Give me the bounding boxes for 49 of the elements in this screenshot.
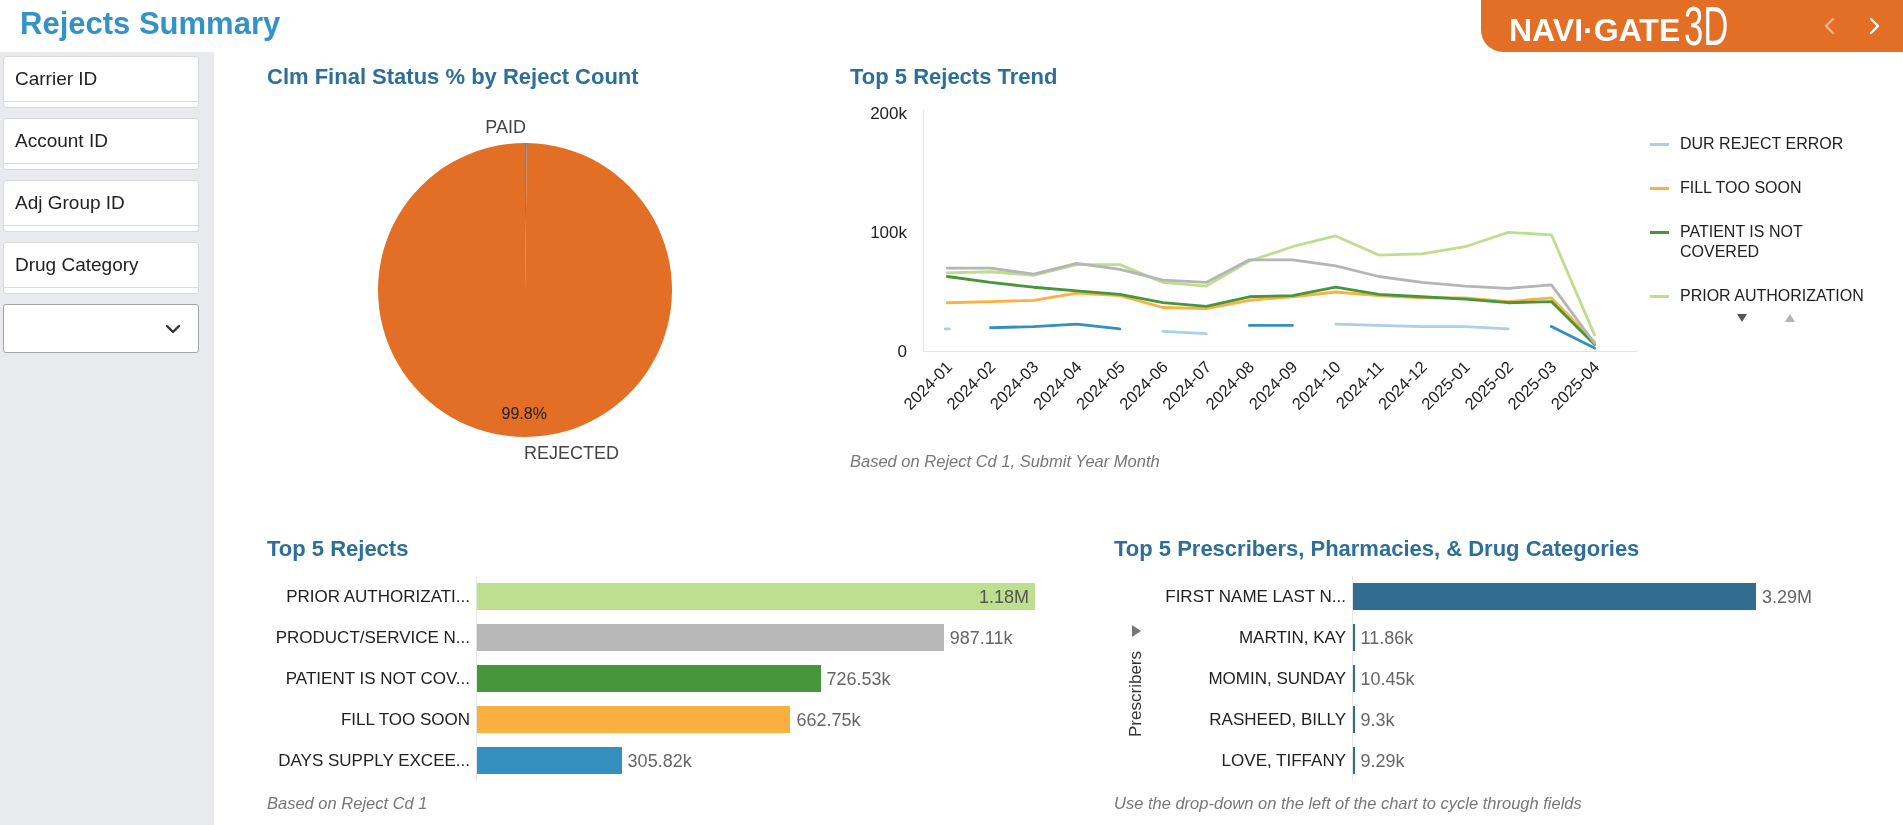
slice-label: PAID [485, 117, 526, 137]
chart-title: Top 5 Prescribers, Pharmacies, & Drug Categories [1114, 535, 1641, 563]
legend-label: PRIOR AUTHORIZATION [1680, 286, 1865, 306]
chart-caption: Based on Reject Cd 1, Submit Year Month [850, 451, 1161, 471]
category-label: RASHEED, BILLY [1209, 709, 1346, 730]
chart-caption: Use the drop-down on the left of the chart to cycle through fields [1114, 793, 1583, 813]
slice-value-label: 99.8% [501, 405, 547, 423]
chevron-down-icon [165, 323, 181, 334]
caret-down-icon[interactable] [1737, 314, 1747, 322]
chart-title: Top 5 Rejects [267, 535, 410, 563]
category-label: PATIENT IS NOT COV... [285, 668, 470, 689]
category-label: FILL TOO SOON [340, 709, 470, 730]
value-label: 3.29M [1762, 585, 1813, 608]
filter-card[interactable]: Carrier ID [3, 56, 199, 108]
page-title: Rejects Summary [20, 5, 281, 43]
value-label: 9.3k [1360, 708, 1395, 731]
y-axis-label: 100k [870, 222, 907, 242]
dropdown[interactable] [3, 304, 199, 353]
category-label: PRODUCT/SERVICE N... [275, 627, 470, 648]
filter-card[interactable]: Adj Group ID [3, 180, 199, 232]
chart-caption: Based on Reject Cd 1 [267, 793, 429, 813]
category-label: LOVE, TIFFANY [1221, 750, 1346, 771]
legend-label: FILL TOO SOON [1680, 178, 1803, 198]
category-label: FIRST NAME LAST N... [1165, 586, 1346, 607]
logo: NAVI·GATE3D [1509, 2, 1730, 50]
value-label: 305.82k [627, 749, 692, 772]
filter-card[interactable]: Drug Category [3, 242, 199, 294]
category-label: PRIOR AUTHORIZATI... [286, 586, 470, 607]
slice-label: REJECTED [524, 443, 619, 463]
value-label: 987.11k [949, 626, 1013, 649]
value-label: 9.29k [1360, 749, 1405, 772]
y-axis-label: 0 [897, 342, 907, 362]
category-label: MARTIN, KAY [1238, 627, 1346, 648]
value-label: 726.53k [826, 667, 891, 690]
category-label: MOMIN, SUNDAY [1208, 668, 1346, 689]
y-axis-label: 200k [870, 103, 907, 123]
chart-title: Top 5 Rejects Trend [850, 63, 1059, 91]
legend-label: PATIENT IS NOT COVERED [1680, 222, 1804, 262]
value-label: 662.75k [796, 708, 861, 731]
value-label: 1.18M [978, 585, 1029, 608]
caret-right-icon[interactable] [1131, 625, 1141, 637]
filter-card[interactable]: Account ID [3, 118, 199, 170]
axis-title: Prescribers [1126, 651, 1146, 737]
legend-label: DUR REJECT ERROR [1680, 134, 1845, 154]
value-label: 10.45k [1360, 667, 1415, 690]
value-label: 11.86k [1360, 626, 1414, 649]
category-label: DAYS SUPPLY EXCEE... [278, 750, 470, 771]
chart-title: Clm Final Status % by Reject Count [267, 63, 640, 91]
chevron-right-icon[interactable] [1869, 17, 1881, 35]
